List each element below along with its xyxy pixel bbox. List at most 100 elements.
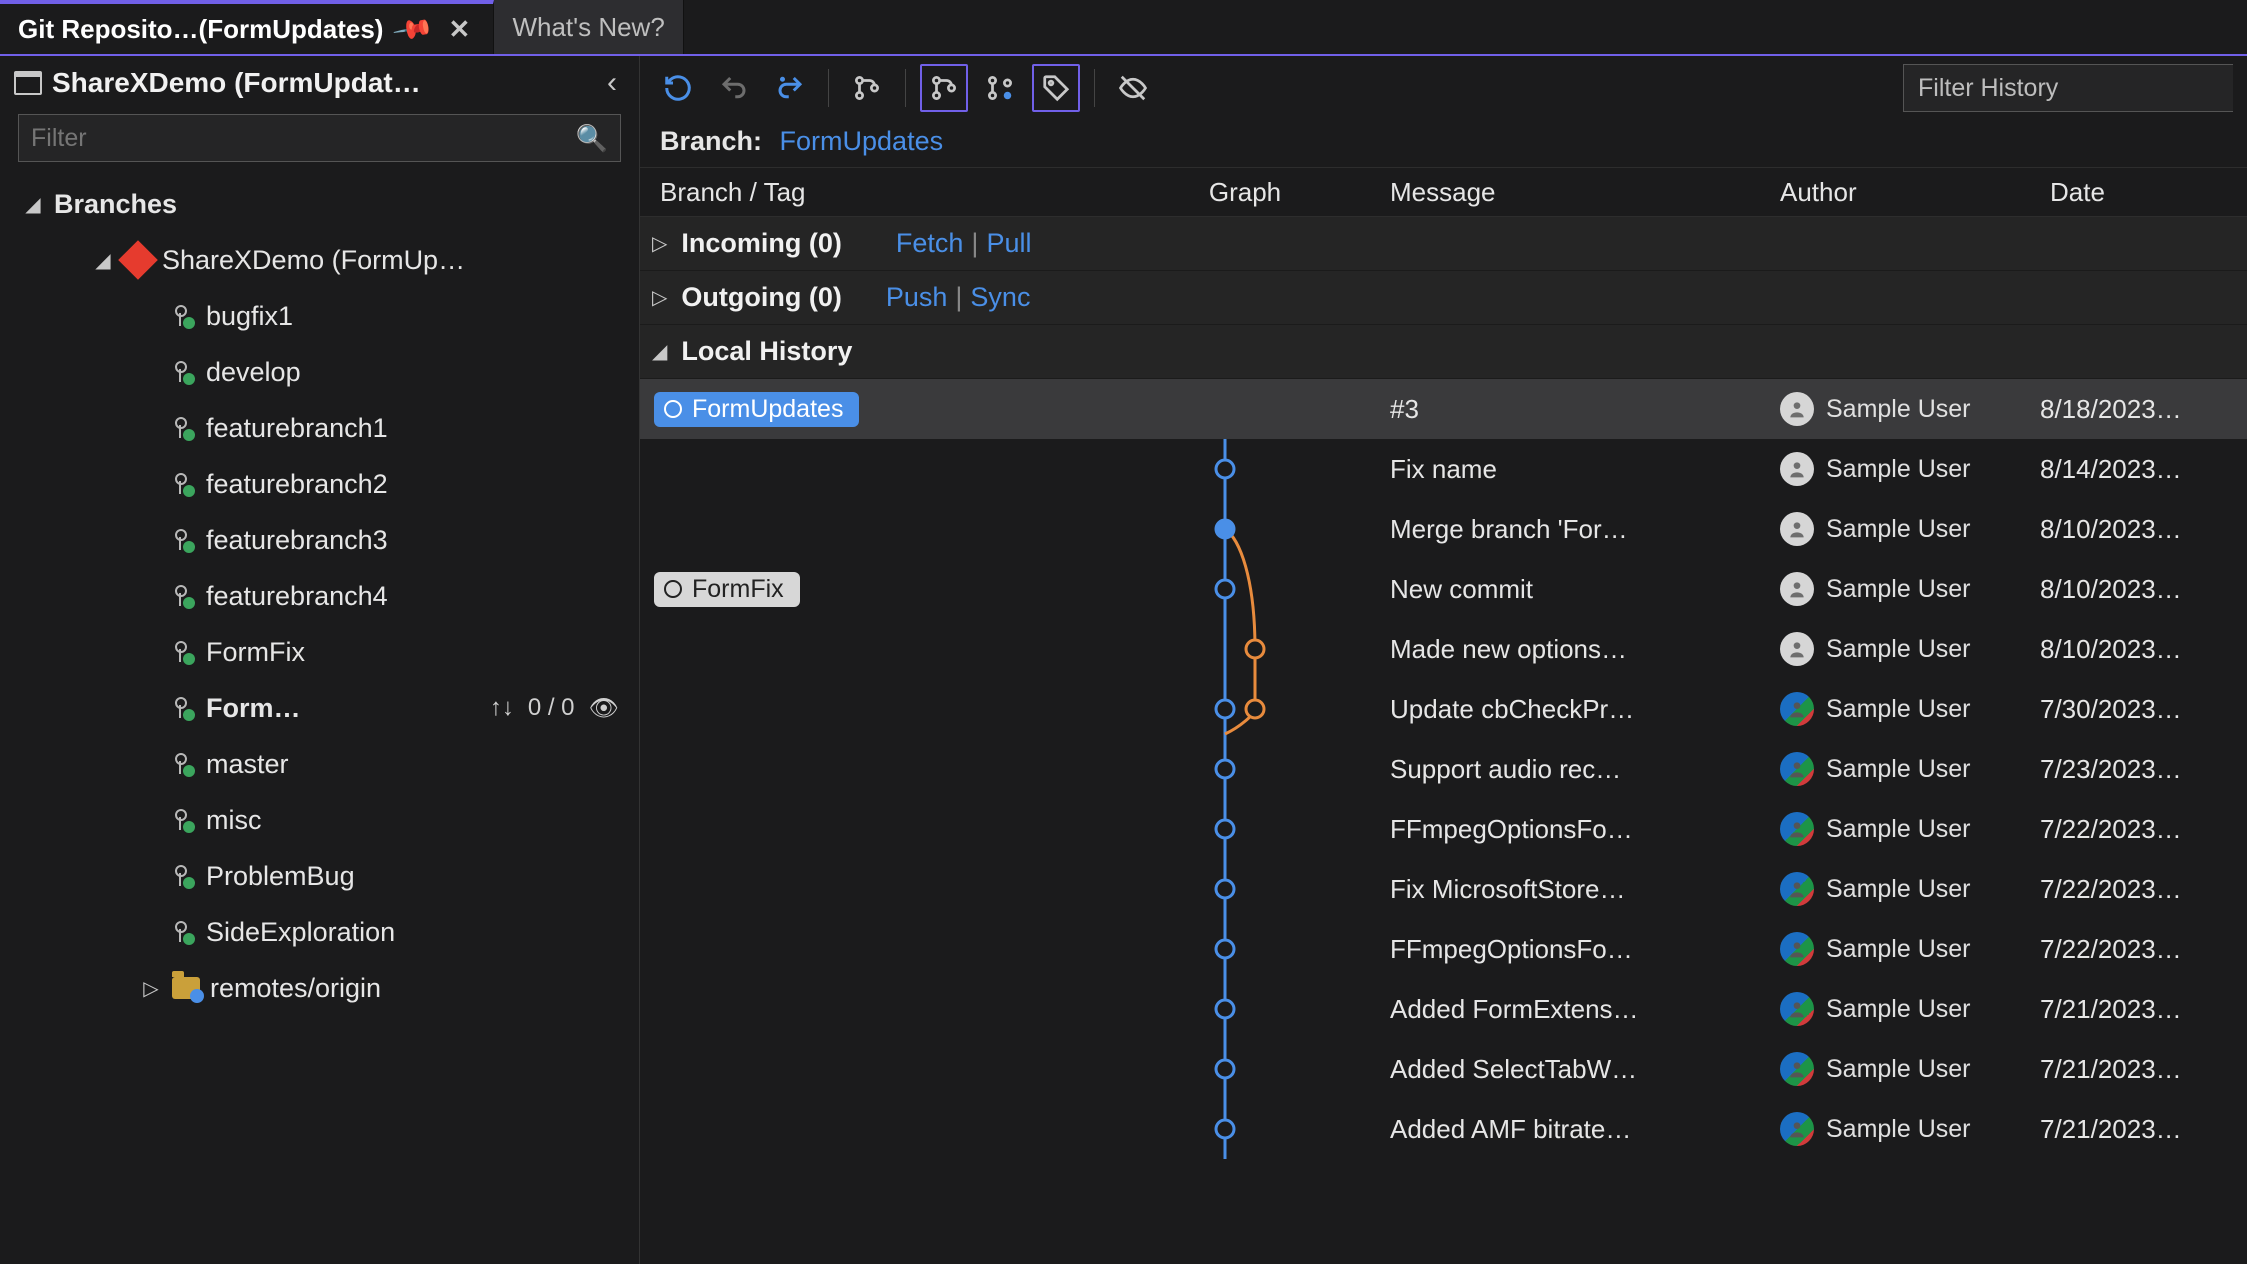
collapse-icon[interactable]: ◢ (652, 339, 667, 364)
branch-item[interactable]: featurebranch2 (0, 456, 639, 512)
branch-label: featurebranch2 (206, 469, 388, 500)
commit-row[interactable]: Support audio rec…Sample User7/23/2023… (640, 739, 2247, 799)
collapse-icon[interactable]: ◢ (92, 248, 114, 273)
redo-button[interactable] (766, 64, 814, 112)
branch-tag[interactable]: FormFix (654, 572, 800, 607)
collapse-icon[interactable]: ◢ (22, 192, 44, 217)
repo-icon (118, 240, 158, 280)
branch-item-current[interactable]: Form… ↑↓ 0 / 0 👁 (0, 680, 639, 736)
sync-link[interactable]: Sync (970, 282, 1030, 312)
undo-button[interactable] (710, 64, 758, 112)
commit-date: 7/22/2023… (2040, 934, 2182, 965)
push-link[interactable]: Push (886, 282, 948, 312)
history-sections: ▷ Incoming (0) Fetch|Pull ▷ Outgoing (0)… (640, 217, 2247, 1264)
branch-icon (172, 918, 196, 946)
commit-row[interactable]: Update cbCheckPr…Sample User7/30/2023… (640, 679, 2247, 739)
commit-row[interactable]: Made new options…Sample User8/10/2023… (640, 619, 2247, 679)
tab-strip: Git Reposito…(FormUpdates) 📌 ✕ What's Ne… (0, 0, 2247, 56)
back-chevron-icon[interactable]: ‹ (599, 66, 625, 100)
commit-row[interactable]: Added FormExtens…Sample User7/21/2023… (640, 979, 2247, 1039)
expand-icon[interactable]: ▷ (140, 976, 162, 1001)
commit-row[interactable]: FormFixNew commitSample User8/10/2023… (640, 559, 2247, 619)
branch-item[interactable]: featurebranch1 (0, 400, 639, 456)
pull-link[interactable]: Pull (986, 228, 1031, 258)
commit-date: 8/14/2023… (2040, 454, 2182, 485)
avatar-icon (1780, 932, 1814, 966)
col-author[interactable]: Author (1780, 177, 2050, 208)
commit-date: 7/22/2023… (2040, 814, 2182, 845)
branch-filter-input[interactable] (31, 124, 576, 153)
branch-item[interactable]: misc (0, 792, 639, 848)
commit-row[interactable]: FormUpdates#3Sample User8/18/2023… (640, 379, 2247, 439)
fetch-link[interactable]: Fetch (896, 228, 964, 258)
branch-icon (172, 582, 196, 610)
close-icon[interactable]: ✕ (443, 14, 475, 45)
incoming-section[interactable]: ▷ Incoming (0) Fetch|Pull (640, 217, 2247, 271)
commit-row[interactable]: Added AMF bitrate…Sample User7/21/2023… (640, 1099, 2247, 1159)
branch-item[interactable]: bugfix1 (0, 288, 639, 344)
branch-item[interactable]: SideExploration (0, 904, 639, 960)
branch-item[interactable]: master (0, 736, 639, 792)
branch-counts: 0 / 0 (528, 694, 575, 722)
branch-item[interactable]: featurebranch4 (0, 568, 639, 624)
commit-message: Added FormExtens… (1390, 994, 1760, 1025)
branch-filter[interactable]: 🔍 (18, 114, 621, 162)
show-local-branches-button[interactable] (843, 64, 891, 112)
branch-item[interactable]: featurebranch3 (0, 512, 639, 568)
expand-icon[interactable]: ▷ (652, 231, 667, 256)
commit-author: Sample User (1780, 512, 2040, 546)
refresh-button[interactable] (654, 64, 702, 112)
show-all-branches-button[interactable] (976, 64, 1024, 112)
commit-row[interactable]: Added SelectTabW…Sample User7/21/2023… (640, 1039, 2247, 1099)
tab-whats-new[interactable]: What's New? (494, 0, 683, 54)
commit-message: Merge branch 'For… (1390, 514, 1760, 545)
branch-item[interactable]: develop (0, 344, 639, 400)
tab-label: What's New? (512, 12, 664, 43)
branch-name[interactable]: FormUpdates (780, 126, 944, 156)
branch-icon (172, 302, 196, 330)
incoming-title: Incoming (0) (681, 228, 842, 259)
branches-node[interactable]: ◢ Branches (0, 176, 639, 232)
avatar-icon (1780, 872, 1814, 906)
show-remote-branches-button[interactable] (920, 64, 968, 112)
col-date[interactable]: Date (2050, 177, 2247, 208)
branch-status: ↑↓ 0 / 0 👁 (490, 694, 639, 723)
branch-label: FormFix (206, 637, 305, 668)
col-branch-tag[interactable]: Branch / Tag (640, 177, 1100, 208)
commit-row[interactable]: Merge branch 'For…Sample User8/10/2023… (640, 499, 2247, 559)
expand-icon[interactable]: ▷ (652, 285, 667, 310)
commit-row[interactable]: FFmpegOptionsFo…Sample User7/22/2023… (640, 799, 2247, 859)
branch-indicator: Branch: FormUpdates (640, 120, 2247, 167)
branch-item[interactable]: ProblemBug (0, 848, 639, 904)
commit-author: Sample User (1780, 452, 2040, 486)
commit-row[interactable]: Fix MicrosoftStore…Sample User7/22/2023… (640, 859, 2247, 919)
commit-row[interactable]: Fix nameSample User8/14/2023… (640, 439, 2247, 499)
eye-icon[interactable]: 👁 (589, 694, 619, 723)
avatar-icon (1780, 632, 1814, 666)
pin-icon[interactable]: 📌 (391, 7, 435, 51)
col-graph[interactable]: Graph (1100, 177, 1390, 208)
show-tags-button[interactable] (1032, 64, 1080, 112)
filter-history-input[interactable]: Filter History (1903, 64, 2233, 112)
commit-author: Sample User (1780, 872, 2040, 906)
local-history-section[interactable]: ◢ Local History (640, 325, 2247, 379)
outgoing-section[interactable]: ▷ Outgoing (0) Push|Sync (640, 271, 2247, 325)
commit-message: Fix MicrosoftStore… (1390, 874, 1760, 905)
search-icon[interactable]: 🔍 (576, 123, 608, 154)
separator (905, 69, 906, 107)
commit-author: Sample User (1780, 392, 2040, 426)
remotes-node[interactable]: ▷ remotes/origin (0, 960, 639, 1016)
hide-unreachable-button[interactable] (1109, 64, 1157, 112)
col-message[interactable]: Message (1390, 177, 1780, 208)
branch-label: Form… (206, 693, 301, 724)
tab-git-repository[interactable]: Git Reposito…(FormUpdates) 📌 ✕ (0, 0, 494, 54)
branch-item[interactable]: FormFix (0, 624, 639, 680)
commit-author: Sample User (1780, 692, 2040, 726)
sidebar-header: ShareXDemo (FormUpdat… ‹ (0, 56, 639, 108)
branch-tag-current[interactable]: FormUpdates (654, 392, 859, 427)
repo-node[interactable]: ◢ ShareXDemo (FormUp… (0, 232, 639, 288)
branch-icon (172, 750, 196, 778)
commit-row[interactable]: FFmpegOptionsFo…Sample User7/22/2023… (640, 919, 2247, 979)
avatar-icon (1780, 572, 1814, 606)
branch-label: bugfix1 (206, 301, 293, 332)
